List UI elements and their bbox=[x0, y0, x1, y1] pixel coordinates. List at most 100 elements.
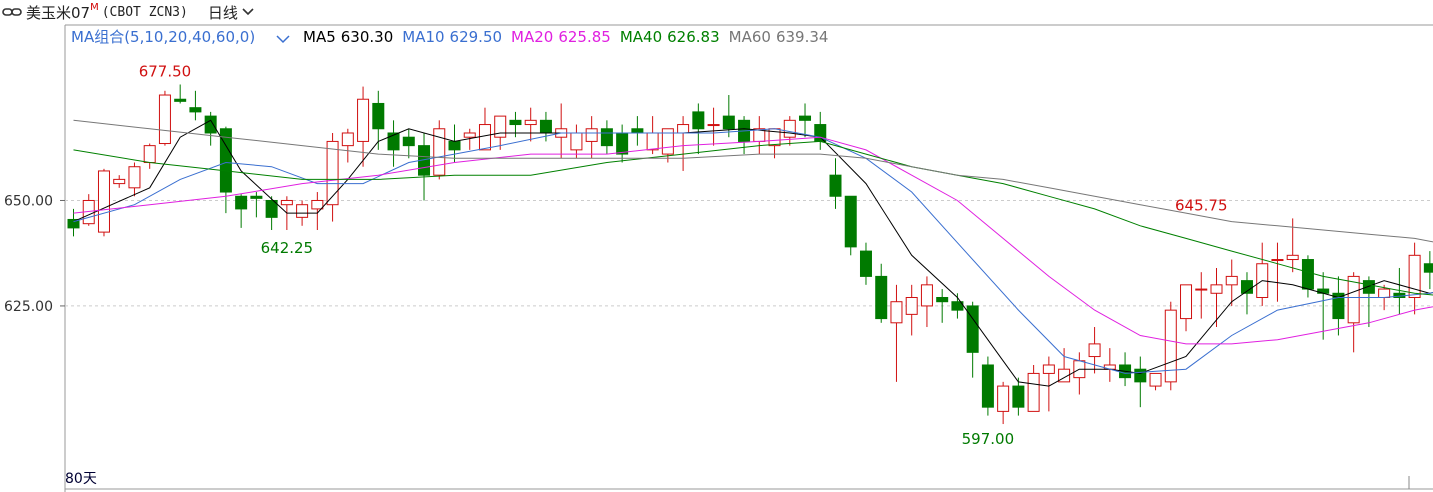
candle bbox=[311, 192, 324, 231]
candle bbox=[128, 162, 141, 197]
candle bbox=[1271, 242, 1284, 302]
candle-body bbox=[585, 128, 598, 142]
candle-body bbox=[158, 94, 171, 145]
legend-name: MA10 bbox=[402, 28, 444, 46]
candle-body bbox=[677, 124, 690, 134]
candle-body bbox=[1149, 372, 1162, 387]
candle-body bbox=[829, 174, 842, 197]
candle bbox=[1256, 242, 1269, 306]
candle-body bbox=[539, 119, 552, 134]
candle-body bbox=[296, 204, 309, 218]
candle bbox=[692, 103, 705, 155]
candle-body bbox=[326, 140, 339, 206]
price-extreme-label: 642.25 bbox=[261, 239, 314, 257]
candle-body bbox=[936, 296, 949, 303]
candle-body bbox=[905, 296, 918, 315]
legend-name: MA20 bbox=[511, 28, 553, 46]
legend-value: 639.34 bbox=[776, 28, 829, 46]
candle-body bbox=[113, 178, 126, 185]
candle bbox=[1012, 377, 1025, 416]
ma-line-ma40 bbox=[73, 140, 1433, 296]
candle bbox=[478, 107, 491, 151]
candle bbox=[174, 84, 187, 104]
candle bbox=[341, 128, 354, 163]
legend-value: 625.85 bbox=[558, 28, 611, 46]
candle bbox=[1103, 348, 1116, 382]
candle bbox=[1347, 272, 1360, 353]
ma-line-ma60 bbox=[73, 119, 1433, 243]
candle-body bbox=[570, 132, 583, 151]
candle bbox=[387, 120, 400, 167]
candle bbox=[738, 116, 751, 155]
candle bbox=[1119, 352, 1132, 387]
candle bbox=[631, 116, 644, 146]
candle-body bbox=[646, 132, 659, 151]
candle bbox=[890, 284, 903, 382]
candle-body bbox=[997, 385, 1010, 412]
candle-body bbox=[402, 136, 415, 147]
legend-item-ma40: MA40 626.83 bbox=[620, 28, 720, 46]
candle bbox=[920, 276, 933, 328]
candle bbox=[616, 124, 629, 163]
candle bbox=[1134, 356, 1147, 408]
candle-body bbox=[1012, 385, 1025, 408]
candle bbox=[1149, 372, 1162, 391]
candle-body bbox=[204, 115, 217, 134]
price-extreme-label: 597.00 bbox=[962, 430, 1015, 448]
chevron-down-icon[interactable] bbox=[276, 35, 290, 44]
legend-name: MA40 bbox=[620, 28, 662, 46]
ma-group-selector[interactable]: MA组合(5,10,20,40,60,0) bbox=[71, 28, 255, 46]
candle-body bbox=[1271, 259, 1284, 262]
candle-body bbox=[341, 132, 354, 147]
candle-body bbox=[1286, 254, 1299, 261]
candle-body bbox=[875, 275, 888, 320]
candle-body bbox=[1164, 309, 1177, 383]
legend-value: 630.30 bbox=[341, 28, 394, 46]
legend-item-ma10: MA10 629.50 bbox=[402, 28, 502, 46]
candle-body bbox=[859, 250, 872, 277]
candle bbox=[1164, 301, 1177, 391]
candle-body bbox=[189, 107, 202, 113]
candle-body bbox=[600, 128, 613, 147]
candle bbox=[235, 194, 248, 228]
candle-body bbox=[1042, 364, 1055, 374]
candle-body bbox=[174, 98, 187, 102]
candle-body bbox=[1027, 372, 1040, 412]
candle bbox=[113, 175, 126, 188]
candle bbox=[1423, 251, 1433, 290]
candle-body bbox=[372, 102, 385, 130]
candle bbox=[250, 192, 263, 218]
candle bbox=[158, 90, 171, 146]
candle-body bbox=[357, 98, 370, 142]
candle-body bbox=[448, 140, 461, 151]
candle-body bbox=[722, 115, 735, 130]
candle bbox=[859, 242, 872, 285]
candle-body bbox=[890, 301, 903, 324]
candle-body bbox=[844, 195, 857, 248]
legend-value: 629.50 bbox=[450, 28, 503, 46]
candle-body bbox=[1134, 368, 1147, 383]
candle bbox=[1195, 272, 1208, 319]
candle bbox=[1180, 284, 1193, 332]
candle bbox=[1027, 364, 1040, 412]
candle bbox=[1408, 242, 1421, 315]
candle-body bbox=[631, 128, 644, 134]
candle bbox=[82, 194, 95, 226]
candle bbox=[433, 120, 446, 180]
candle-body bbox=[235, 195, 248, 210]
candle bbox=[1210, 267, 1223, 328]
candle bbox=[997, 381, 1010, 425]
candle-body bbox=[143, 145, 156, 164]
candle bbox=[326, 132, 339, 222]
candle bbox=[1332, 276, 1345, 336]
candle bbox=[722, 95, 735, 138]
candle-body bbox=[707, 124, 720, 127]
candle bbox=[829, 158, 842, 209]
legend-name: MA60 bbox=[729, 28, 771, 46]
candle bbox=[97, 168, 110, 237]
legend-name: MA5 bbox=[303, 28, 336, 46]
candle bbox=[936, 289, 949, 323]
candle-body bbox=[981, 364, 994, 408]
candle bbox=[448, 124, 461, 163]
candle bbox=[357, 86, 370, 167]
